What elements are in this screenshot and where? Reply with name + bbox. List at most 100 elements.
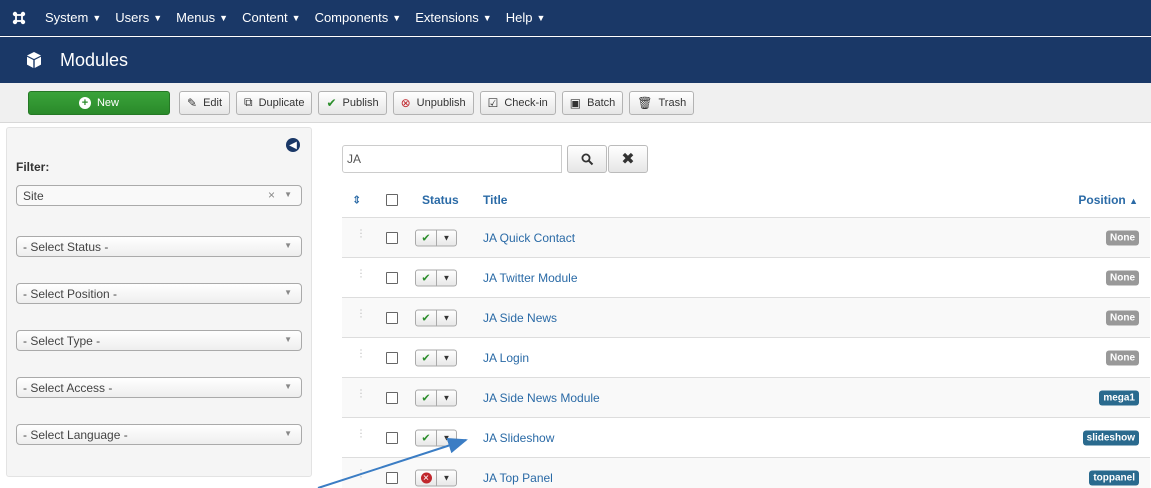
unpublish-button[interactable]: ⊗ Unpublish — [392, 90, 474, 115]
publish-button[interactable]: ✔ Publish — [318, 90, 387, 115]
module-title-link[interactable]: JA Side News Module — [483, 391, 600, 405]
status-dropdown-button[interactable]: ▼ — [437, 389, 457, 406]
status-toggle: ✔ ▼ — [415, 309, 457, 326]
check-icon: ✔ — [421, 312, 431, 324]
publish-toggle-button[interactable]: ✕ — [415, 469, 437, 486]
position-filter-select[interactable]: - Select Position - ▼ — [16, 283, 302, 304]
publish-toggle-button[interactable]: ✔ — [415, 309, 437, 326]
status-column-header[interactable]: Status — [422, 193, 459, 207]
row-checkbox[interactable] — [386, 311, 398, 324]
module-title-link[interactable]: JA Slideshow — [483, 431, 554, 445]
checkin-button[interactable]: ☑ Check-in — [479, 90, 556, 115]
search-button[interactable] — [567, 145, 607, 173]
status-dropdown-button[interactable]: ▼ — [437, 309, 457, 326]
caret-down-icon: ▼ — [442, 433, 451, 442]
duplicate-button[interactable]: ⧉ Duplicate — [236, 90, 313, 115]
row-checkbox[interactable] — [386, 271, 398, 284]
status-dropdown-button[interactable]: ▼ — [437, 429, 457, 446]
chevron-down-icon: ▼ — [284, 241, 292, 250]
trash-button[interactable]: 🗑 Trash — [629, 90, 695, 115]
access-filter-select[interactable]: - Select Access - ▼ — [16, 377, 302, 398]
publish-toggle-button[interactable]: ✔ — [415, 429, 437, 446]
drag-handle-icon[interactable]: ⋮ — [356, 468, 366, 479]
menu-content[interactable]: Content ▼ — [235, 0, 307, 36]
status-toggle: ✔ ▼ — [415, 349, 457, 366]
status-dropdown-button[interactable]: ▼ — [437, 229, 457, 246]
drag-handle-icon[interactable]: ⋮ — [356, 228, 366, 239]
drag-handle-icon[interactable]: ⋮ — [356, 268, 366, 279]
table-row: ⋮ ✔ ▼ JA Slideshow slideshow — [342, 418, 1150, 458]
position-header-label: Position — [1078, 193, 1126, 207]
title-column-header[interactable]: Title — [483, 193, 507, 207]
module-title-link[interactable]: JA Twitter Module — [483, 271, 578, 285]
close-icon: ✖ — [621, 151, 635, 168]
site-filter-select[interactable]: Site × ▼ — [16, 185, 302, 206]
menu-label: System — [45, 10, 89, 25]
publish-toggle-button[interactable]: ✔ — [415, 269, 437, 286]
clear-search-button[interactable]: ✖ — [608, 145, 648, 173]
menu-menus[interactable]: Menus ▼ — [169, 0, 235, 36]
menu-label: Extensions — [415, 10, 479, 25]
module-title-link[interactable]: JA Top Panel — [483, 471, 553, 485]
cube-icon — [22, 48, 46, 72]
menu-users[interactable]: Users ▼ — [108, 0, 169, 36]
row-checkbox[interactable] — [386, 471, 398, 484]
status-filter-select[interactable]: - Select Status - ▼ — [16, 236, 302, 257]
page-header: Modules — [0, 37, 1151, 83]
module-title-link[interactable]: JA Quick Contact — [483, 231, 575, 245]
trash-label: Trash — [658, 96, 687, 109]
joomla-logo-icon[interactable] — [0, 0, 38, 36]
menu-extensions[interactable]: Extensions ▼ — [408, 0, 499, 36]
publish-toggle-button[interactable]: ✔ — [415, 389, 437, 406]
table-row: ⋮ ✔ ▼ JA Login None — [342, 338, 1150, 378]
publish-toggle-button[interactable]: ✔ — [415, 229, 437, 246]
publish-toggle-button[interactable]: ✔ — [415, 349, 437, 366]
row-checkbox[interactable] — [386, 391, 398, 404]
menu-system[interactable]: System ▼ — [38, 0, 108, 36]
ordering-sort-icon[interactable]: ⇕ — [352, 194, 361, 207]
status-dropdown-button[interactable]: ▼ — [437, 269, 457, 286]
caret-down-icon: ▼ — [442, 353, 451, 362]
row-checkbox[interactable] — [386, 231, 398, 244]
table-header: ⇕ Status Title Position ▲ — [342, 183, 1150, 218]
drag-handle-icon[interactable]: ⋮ — [356, 428, 366, 439]
new-button[interactable]: + New — [28, 90, 170, 115]
row-checkbox[interactable] — [386, 431, 398, 444]
row-checkbox[interactable] — [386, 351, 398, 364]
status-toggle: ✔ ▼ — [415, 269, 457, 286]
new-label: New — [96, 96, 119, 109]
drag-handle-icon[interactable]: ⋮ — [356, 348, 366, 359]
status-dropdown-button[interactable]: ▼ — [437, 469, 457, 486]
chevron-down-icon: ▼ — [284, 190, 292, 199]
module-title-link[interactable]: JA Login — [483, 351, 529, 365]
table-row: ⋮ ✔ ▼ JA Side News Module mega1 — [342, 378, 1150, 418]
chevron-down-icon: ▼ — [284, 429, 292, 438]
position-column-header[interactable]: Position ▲ — [1078, 193, 1138, 207]
menu-components[interactable]: Components ▼ — [308, 0, 409, 36]
drag-handle-icon[interactable]: ⋮ — [356, 308, 366, 319]
type-filter-select[interactable]: - Select Type - ▼ — [16, 330, 302, 351]
menu-help[interactable]: Help ▼ — [499, 0, 553, 36]
search-icon — [581, 153, 593, 165]
filter-label: Filter: — [16, 160, 50, 174]
menu-label: Components — [314, 10, 389, 25]
copy-icon: ⧉ — [244, 95, 253, 109]
menu-label: Menus — [176, 10, 216, 25]
search-input[interactable] — [342, 145, 562, 173]
chevron-down-icon: ▼ — [284, 335, 292, 344]
language-filter-select[interactable]: - Select Language - ▼ — [16, 424, 302, 445]
position-select-value: - Select Position - — [23, 286, 118, 301]
type-select-value: - Select Type - — [23, 333, 101, 348]
drag-handle-icon[interactable]: ⋮ — [356, 388, 366, 399]
batch-button[interactable]: ▣ Batch — [561, 90, 624, 115]
collapse-arrow-icon[interactable]: ◀ — [286, 138, 300, 152]
select-all-checkbox[interactable] — [386, 194, 398, 206]
caret-down-icon: ▼ — [536, 12, 546, 23]
caret-down-icon: ▼ — [482, 12, 492, 23]
status-dropdown-button[interactable]: ▼ — [437, 349, 457, 366]
module-title-link[interactable]: JA Side News — [483, 311, 557, 325]
status-select-value: - Select Status - — [23, 239, 109, 254]
check-icon: ✔ — [421, 232, 431, 244]
clear-icon[interactable]: × — [268, 188, 275, 202]
edit-button[interactable]: ✎ Edit — [179, 90, 231, 115]
